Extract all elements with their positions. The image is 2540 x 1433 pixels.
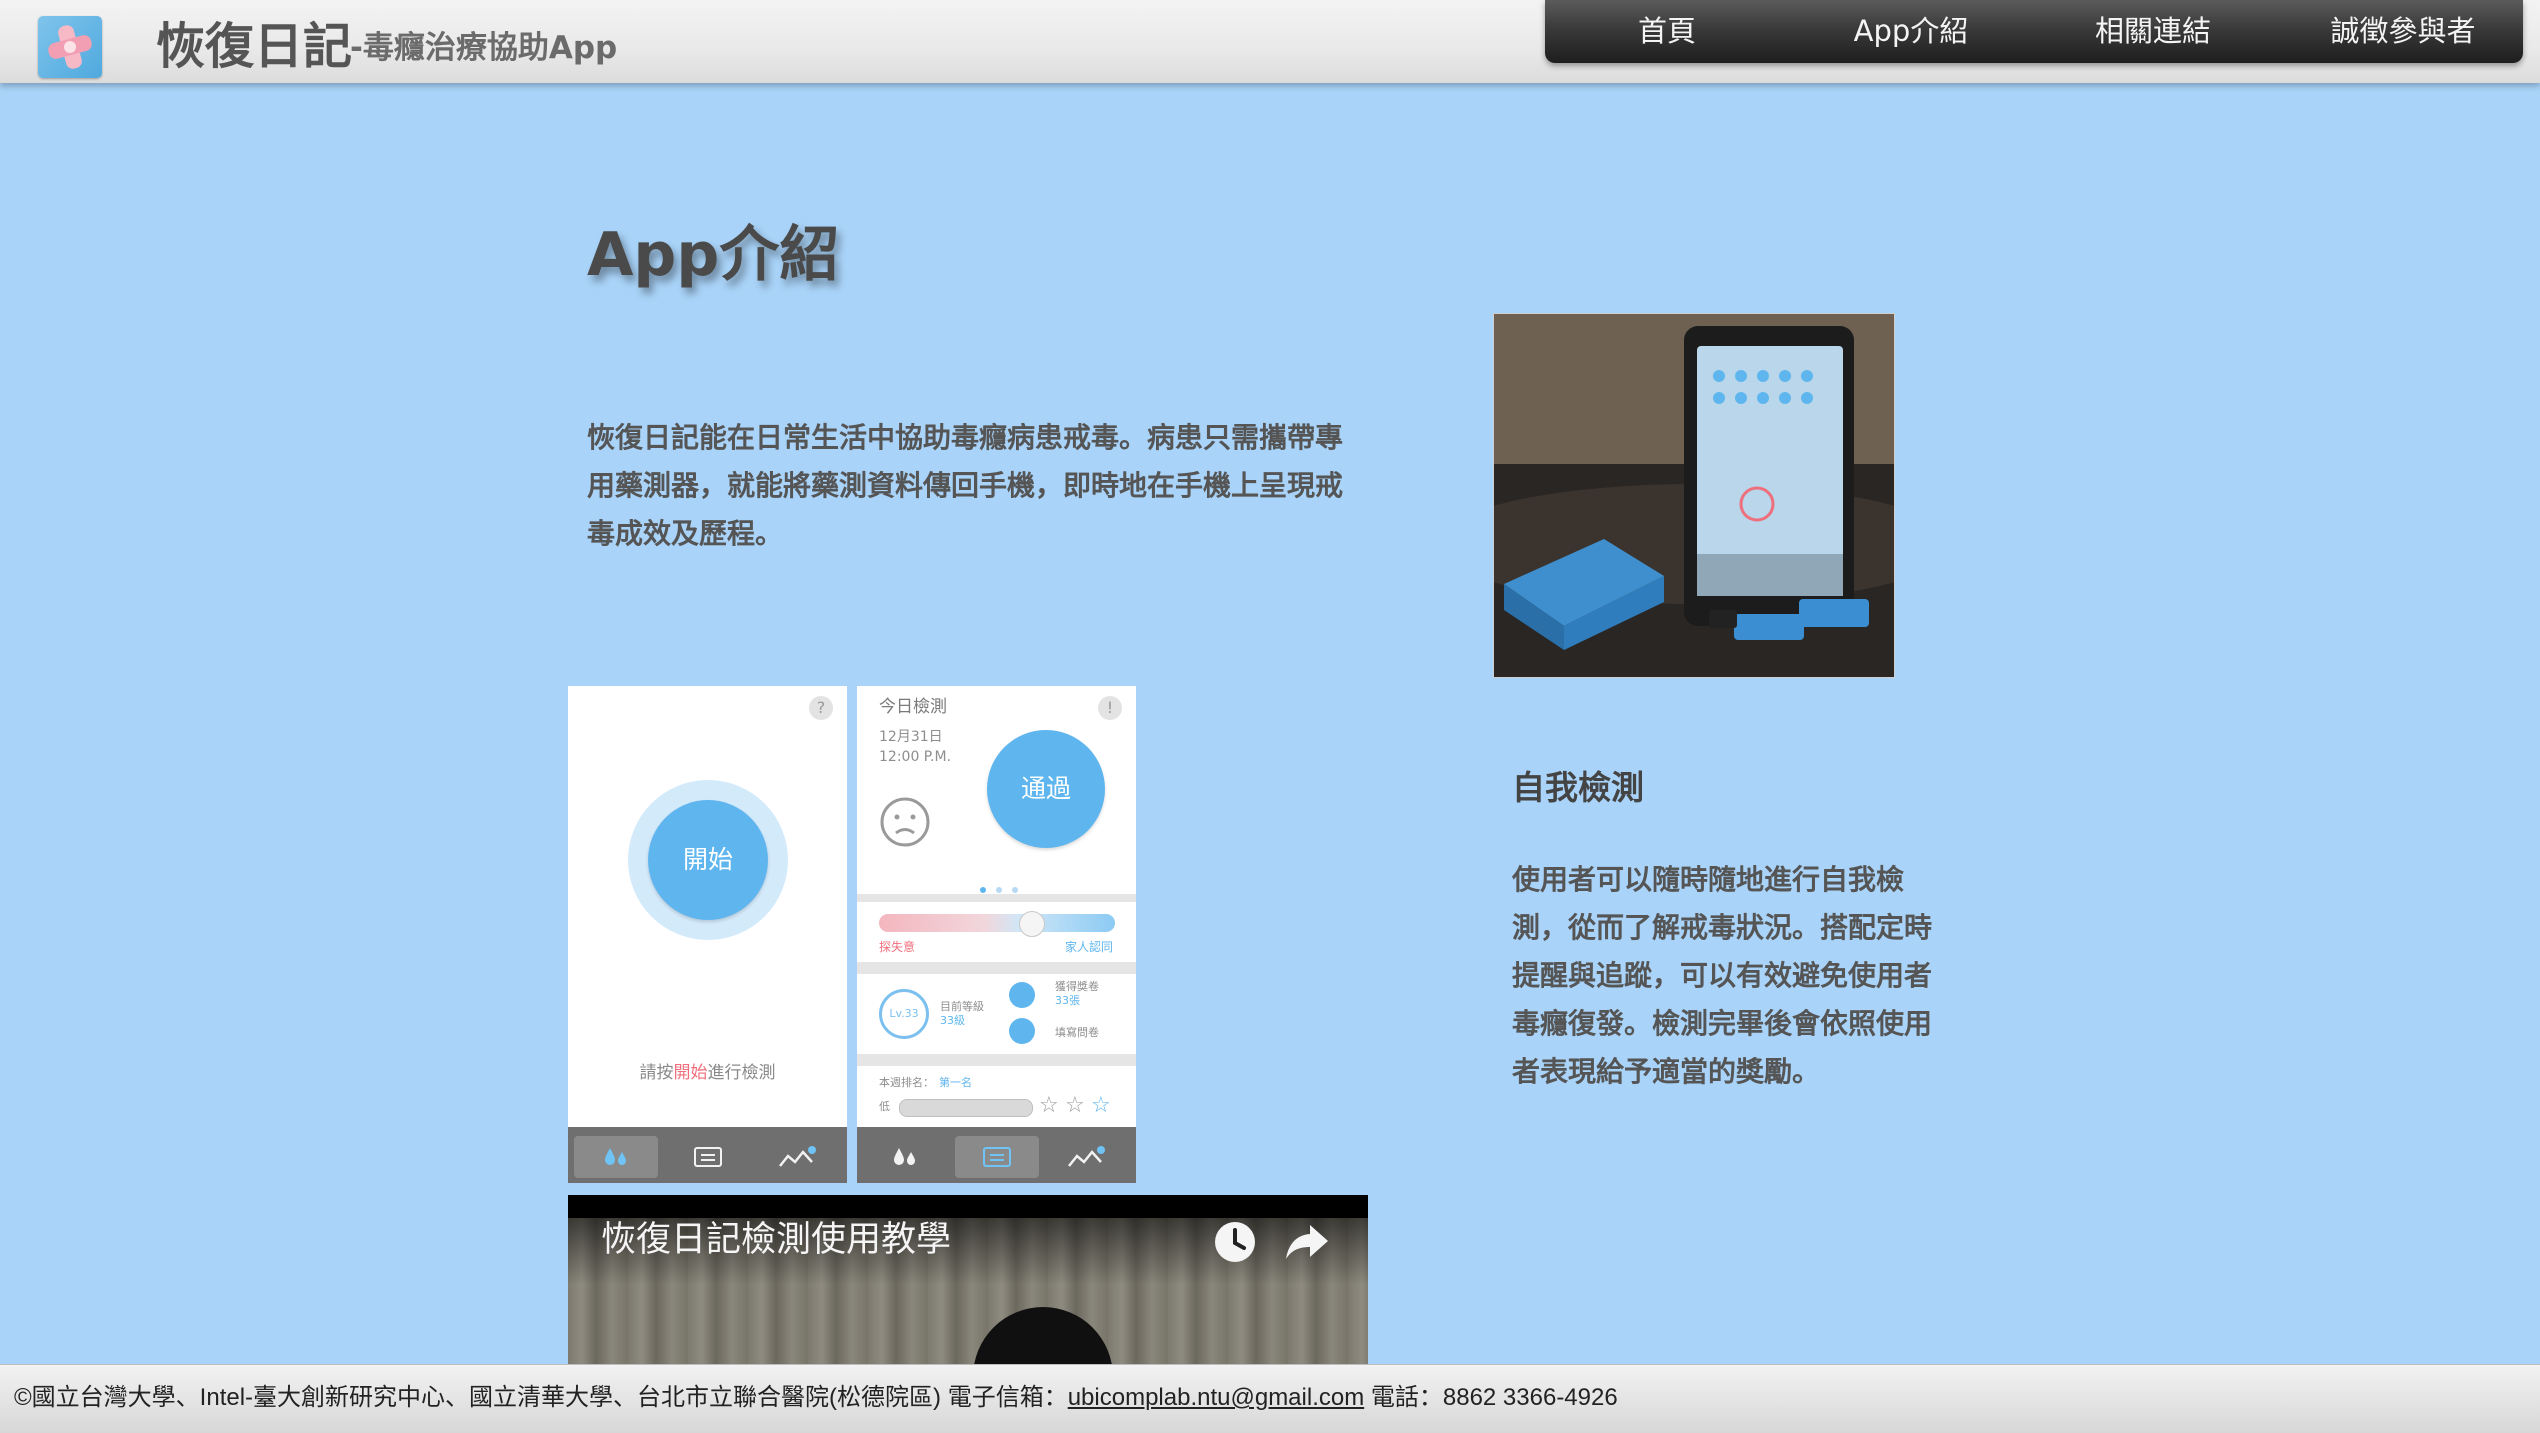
watch-later-clock-icon[interactable] — [1212, 1219, 1258, 1265]
info-icon: ! — [1098, 696, 1122, 720]
ticket-icon — [1009, 982, 1035, 1008]
bandage-cross-icon — [48, 25, 92, 69]
survey-label: 填寫問卷 — [1055, 1026, 1099, 1039]
mountain-chart-icon — [1068, 1146, 1105, 1167]
record-tab-icon — [955, 1136, 1039, 1178]
app-tab-bar — [568, 1127, 847, 1183]
hint-accent: 開始 — [673, 1063, 708, 1083]
main-nav: 首頁 App介紹 相關連結 誠徵參與者 — [1545, 0, 2523, 63]
site-header: 恢復日記 -毒癮治療協助App 首頁 App介紹 相關連結 誠徵參與者 — [0, 0, 2540, 83]
phone-and-tester-illustration — [1494, 314, 1894, 677]
reward-value: 33張 — [1055, 994, 1080, 1007]
site-title[interactable]: 恢復日記 — [156, 14, 352, 80]
page-title: App介紹 — [587, 220, 840, 290]
device-photo — [1493, 313, 1895, 678]
test-time: 12:00 P.M. — [879, 749, 952, 765]
sad-face-icon — [880, 797, 930, 847]
level-badge: Lv.33 — [879, 989, 929, 1039]
mountain-chart-icon — [779, 1146, 816, 1167]
rank-progress-bar — [899, 1099, 1033, 1117]
test-tab-icon — [863, 1136, 947, 1178]
footer-email-link[interactable]: ubicomplab.ntu@gmail.com — [1068, 1384, 1365, 1411]
hint-prefix: 請按 — [639, 1063, 674, 1083]
drops-icon — [605, 1148, 626, 1165]
footer-copyright: ©國立台灣大學、Intel-臺大創新研究中心、國立清華大學、台北市立聯合醫院(松… — [14, 1384, 1068, 1411]
level-value: 33級 — [940, 1014, 965, 1027]
slider-left-label: 探失意 — [879, 940, 916, 954]
drops-icon — [894, 1148, 915, 1165]
self-test-title: 自我檢測 — [1512, 768, 1644, 807]
chart-tab-icon — [756, 1136, 840, 1178]
app-screenshot-start: ? 開始 請按開始進行檢測 — [568, 686, 847, 1183]
pass-status-badge: 通過 — [987, 730, 1105, 848]
rank-label: 本週排名： — [879, 1076, 934, 1089]
card-icon — [694, 1147, 722, 1167]
intro-paragraph: 恢復日記能在日常生活中協助毒癮病患戒毒。病患只需攜帶專用藥測器，就能將藥測資料傳… — [587, 421, 1344, 550]
start-test-button: 開始 — [648, 800, 768, 920]
star-empty-icon: ☆ — [1065, 1093, 1085, 1118]
tutorial-video-player[interactable]: 恢復日記檢測使用教學 — [568, 1195, 1368, 1365]
help-icon: ? — [809, 696, 833, 720]
rank-low-label: 低 — [879, 1100, 890, 1113]
start-hint-text: 請按開始進行檢測 — [568, 1058, 847, 1083]
footer-info: ©國立台灣大學、Intel-臺大創新研究中心、國立清華大學、台北市立聯合醫院(松… — [14, 1382, 1618, 1414]
nav-related-links-link[interactable]: 相關連結 — [2091, 0, 2215, 63]
section-divider — [857, 894, 1136, 902]
star-empty-icon: ☆ — [1039, 1093, 1059, 1118]
mood-slider-track — [879, 914, 1115, 932]
app-screenshot-daily-test: 今日檢測 ! 12月31日 12:00 P.M. 通過 探失意 家人認同 Lv.… — [857, 686, 1136, 1183]
site-subtitle: -毒癮治療協助App — [350, 30, 618, 66]
chart-tab-icon — [1045, 1136, 1129, 1178]
hint-suffix: 進行檢測 — [707, 1063, 776, 1083]
rank-value: 第一名 — [939, 1076, 972, 1089]
card-icon — [983, 1147, 1011, 1167]
section-divider — [857, 962, 1136, 974]
share-arrow-icon[interactable] — [1282, 1219, 1332, 1265]
survey-icon — [1009, 1018, 1035, 1044]
test-tab-icon — [574, 1136, 658, 1178]
nav-app-intro-link[interactable]: App介紹 — [1851, 0, 1971, 63]
self-test-description: 使用者可以隨時隨地進行自我檢測，從而了解戒毒狀況。搭配定時提醒與追蹤，可以有效避… — [1512, 863, 1933, 1088]
site-footer: ©國立台灣大學、Intel-臺大創新研究中心、國立清華大學、台北市立聯合醫院(松… — [0, 1364, 2540, 1433]
section-divider — [857, 1054, 1136, 1066]
app-logo-icon[interactable] — [38, 16, 102, 78]
slider-right-label: 家人認同 — [1065, 940, 1114, 954]
nav-recruit-participants-link[interactable]: 誠徵參與者 — [2325, 0, 2481, 63]
star-filled-icon: ☆ — [1091, 1093, 1111, 1118]
mood-slider-knob — [1019, 911, 1045, 937]
footer-phone: 電話：8862 3366-4926 — [1364, 1384, 1618, 1411]
video-title[interactable]: 恢復日記檢測使用教學 — [601, 1217, 951, 1263]
record-tab-icon — [666, 1136, 750, 1178]
nav-home-link[interactable]: 首頁 — [1617, 0, 1717, 63]
daily-test-title: 今日檢測 — [879, 697, 947, 717]
test-date: 12月31日 — [879, 729, 943, 745]
app-tab-bar — [857, 1127, 1136, 1183]
